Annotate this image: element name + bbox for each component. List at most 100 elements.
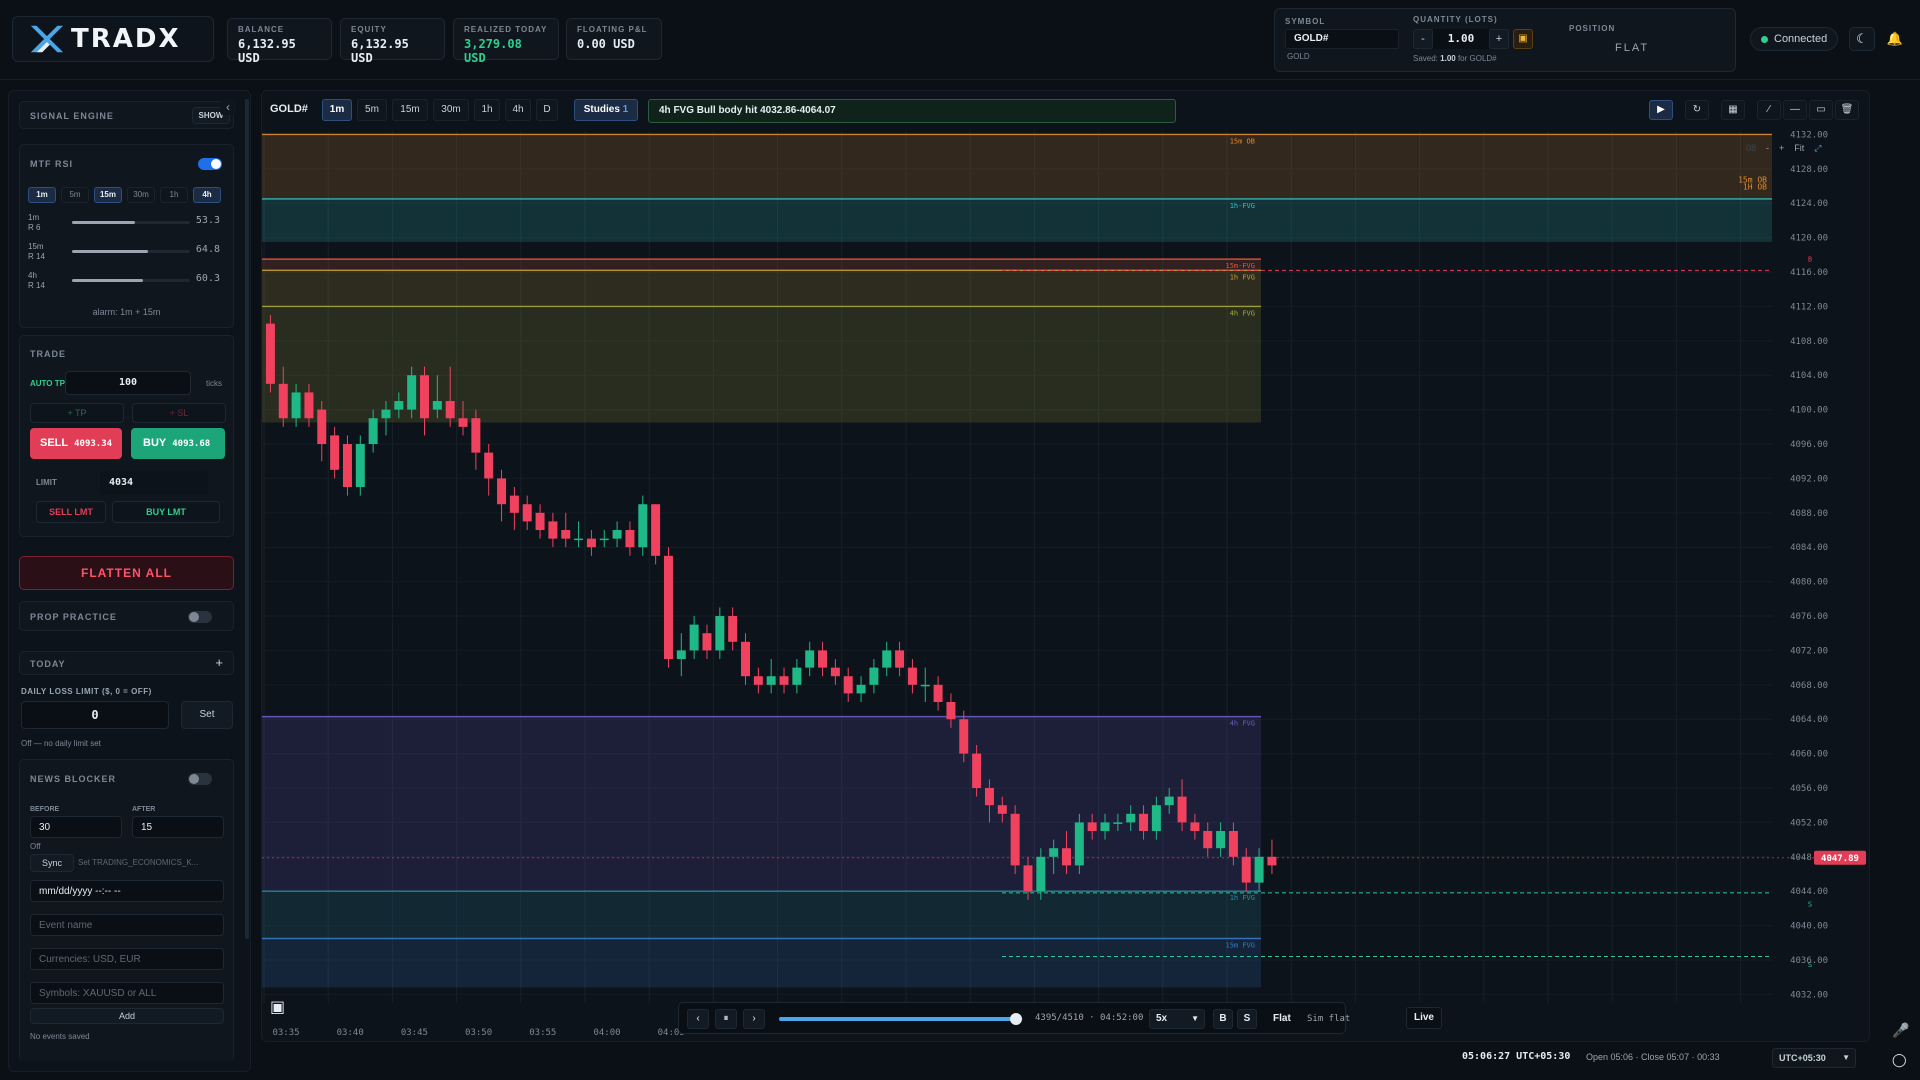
mtf-rsi-toggle[interactable] [198, 158, 222, 170]
rsi-tf-30m[interactable]: 30m [127, 187, 155, 203]
flatten-all-button[interactable]: FLATTEN ALL [19, 556, 234, 590]
candle-body [509, 495, 519, 513]
replay-prev-button[interactable]: ‹ [687, 1009, 709, 1029]
replay-position: 4395/4510 · 04:52:00 [1035, 1013, 1144, 1023]
replay-speed-select[interactable]: 5x ▼ [1149, 1009, 1205, 1029]
candle-body [1203, 831, 1213, 849]
brand-logo[interactable]: TRADX [12, 16, 214, 62]
replay-buy-button[interactable]: B [1213, 1009, 1233, 1029]
candle-body [1113, 822, 1123, 824]
auto-tp-input[interactable]: 100 [65, 371, 191, 395]
news-add-button[interactable]: Add [30, 1008, 224, 1024]
add-sl-button[interactable]: + SL [132, 403, 226, 423]
expand-icon[interactable]: ⤢ [1814, 143, 1821, 154]
rsi-row-1m: 1m R 6 53.3 [28, 213, 228, 239]
rsi-tf-1h[interactable]: 1h [160, 187, 188, 203]
daily-loss-input[interactable]: 0 [21, 701, 169, 729]
quantity-plus-button[interactable]: + [1489, 29, 1509, 49]
replay-progress-handle[interactable] [1009, 1013, 1022, 1025]
candle-body [612, 530, 622, 539]
realized-today-value: 3,279.08 USD [464, 37, 522, 65]
replay-sell-button[interactable]: S [1237, 1009, 1257, 1029]
toggle-knob [211, 159, 221, 169]
help-icon[interactable]: ◯ [1892, 1052, 1907, 1068]
candle-body [830, 667, 840, 677]
bell-icon[interactable]: 🔔 [1882, 27, 1908, 51]
after-minutes-input[interactable]: 15 [132, 816, 224, 838]
replay-bar: ‹ ⏸ › 4395/4510 · 04:52:00 5x ▼ B S Flat … [678, 1002, 1350, 1034]
live-button[interactable]: Live [1406, 1007, 1442, 1029]
replay-next-button[interactable]: › [743, 1009, 765, 1029]
sell-limit-button[interactable]: SELL LMT [36, 501, 106, 523]
zoom-out-button[interactable]: - [1766, 143, 1769, 153]
candle-body [1164, 796, 1174, 806]
rsi-tf-4h[interactable]: 4h [193, 187, 221, 203]
news-empty-note: No events saved [30, 1032, 90, 1041]
news-sync-button[interactable]: Sync [30, 854, 74, 872]
microphone-icon[interactable]: 🎤 [1892, 1022, 1909, 1039]
symbol-input[interactable]: GOLD# [1285, 29, 1399, 49]
candle-body [1100, 822, 1110, 832]
fit-button[interactable]: Fit [1794, 143, 1804, 153]
today-card[interactable]: TODAY + [19, 651, 234, 675]
before-minutes-input[interactable]: 30 [30, 816, 122, 838]
quantity-minus-button[interactable]: - [1413, 29, 1433, 49]
replay-progress-track[interactable] [779, 1013, 1023, 1025]
sidebar-scrollbar[interactable] [245, 99, 249, 939]
fvg-zone [262, 891, 1261, 939]
rsi-tf-1m[interactable]: 1m [28, 187, 56, 203]
news-event-name-input[interactable]: Event name [30, 914, 224, 936]
prop-practice-toggle[interactable] [188, 611, 212, 623]
candle-body [882, 650, 892, 668]
news-blocker-toggle[interactable] [188, 773, 212, 785]
collapse-sidebar-chevron-icon[interactable]: ‹ [220, 99, 236, 115]
sell-market-button[interactable]: SELL 4093.34 [30, 428, 122, 459]
candle-body [458, 418, 468, 427]
buy-limit-button[interactable]: BUY LMT [112, 501, 220, 523]
rsi-bar-fill [72, 221, 135, 224]
candle-body [548, 521, 558, 539]
rsi-row-4h: 4h R 14 60.3 [28, 271, 228, 297]
time-tick-label: 03:50 [465, 1028, 492, 1038]
rsi-row-label: 15m R 14 [28, 242, 45, 261]
daily-loss-set-button[interactable]: Set [181, 701, 233, 729]
candle-body [766, 676, 776, 685]
price-tick-label: 4036.00 [1790, 956, 1828, 966]
candle-body [304, 392, 314, 419]
floating-pnl-value: 0.00 USD [577, 37, 635, 51]
saved-suffix: for GOLD# [1457, 54, 1497, 63]
symbol-sub: GOLD [1287, 52, 1310, 61]
buy-market-button[interactable]: BUY 4093.68 [131, 428, 225, 459]
add-tp-button[interactable]: + TP [30, 403, 124, 423]
rsi-value: 60.3 [195, 273, 220, 284]
candle-body [522, 504, 532, 522]
trade-title: TRADE [30, 349, 66, 359]
news-datetime-input[interactable]: mm/dd/yyyy --:-- -- [30, 880, 224, 902]
lock-icon[interactable]: ▣ [1513, 29, 1533, 49]
zoom-in-button[interactable]: + [1779, 143, 1784, 153]
rsi-tf-15m[interactable]: 15m [94, 187, 122, 203]
limit-price-input[interactable]: 4034 [100, 471, 208, 495]
price-chart[interactable]: 15m OB 1h-FVG 15m-FVG 1h FVG 4h FVG 4h FVG 1h … [262, 91, 1870, 1042]
news-symbols-input[interactable]: Symbols: XAUUSD or ALL [30, 982, 224, 1004]
today-expand-plus-icon[interactable]: + [215, 655, 223, 670]
timezone-select[interactable]: UTC+05:30 ▼ [1772, 1048, 1856, 1068]
rsi-tf-5m[interactable]: 5m [61, 187, 89, 203]
news-currencies-input[interactable]: Currencies: USD, EUR [30, 948, 224, 970]
quantity-input[interactable]: 1.00 [1433, 29, 1489, 49]
equity-stat: EQUITY 6,132.95 USD [340, 18, 445, 65]
chevron-down-icon: ▼ [1842, 1053, 1850, 1062]
candle-body [1241, 856, 1251, 883]
candle-body [869, 667, 879, 685]
candle-body [586, 538, 596, 548]
price-tick-label: 4108.00 [1790, 337, 1828, 347]
signal-engine-title: SIGNAL ENGINE [30, 111, 114, 121]
price-tick-label: 4076.00 [1790, 612, 1828, 622]
sidebar: SIGNAL ENGINE SHOW ‹ MTF RSI 1m 5m 15m 3… [8, 90, 251, 1072]
theme-toggle-moon-icon[interactable]: ☾ [1849, 27, 1875, 51]
replay-pause-button[interactable]: ⏸ [715, 1009, 737, 1029]
price-tick-label: 4124.00 [1790, 199, 1828, 209]
candle-body [1074, 822, 1084, 866]
price-tick-label: 4072.00 [1790, 646, 1828, 656]
realized-today-stat: REALIZED TODAY 3,279.08 USD [453, 18, 559, 65]
